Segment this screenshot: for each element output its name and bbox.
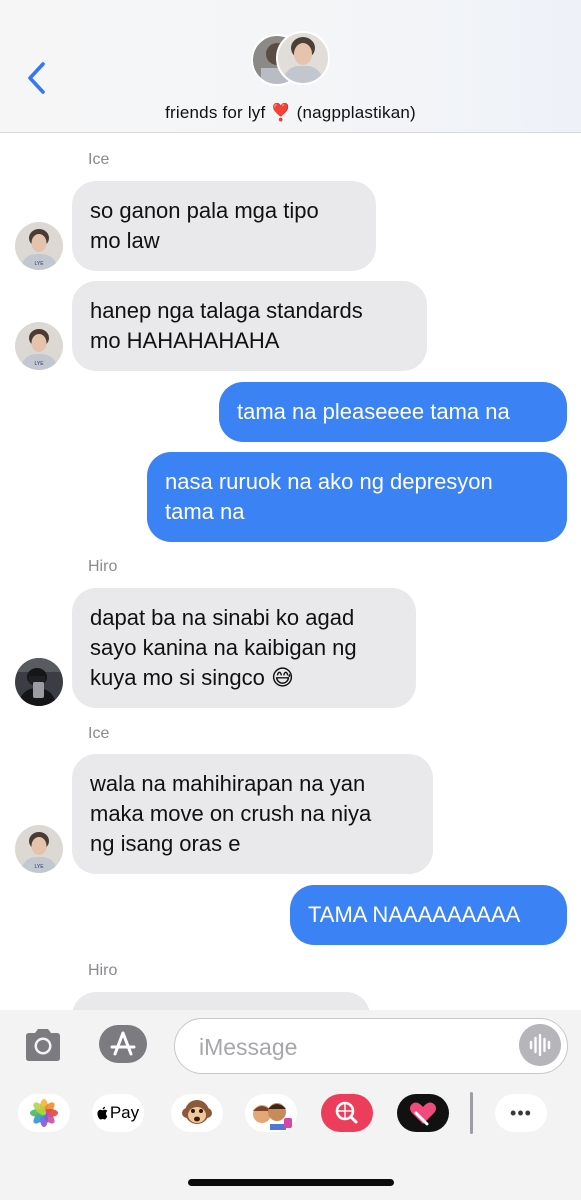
apple-pay-icon[interactable]: Pay bbox=[92, 1094, 144, 1132]
sender-name: Hiro bbox=[88, 962, 118, 979]
image-search-icon[interactable] bbox=[321, 1094, 373, 1132]
sender-name: Ice bbox=[88, 151, 110, 168]
message-bubble-outgoing[interactable]: nasa ruruok na ako ng depresyon tama na bbox=[147, 452, 567, 542]
app-drawer: Pay ••• bbox=[0, 1082, 581, 1200]
svg-text:LYE: LYE bbox=[34, 361, 44, 367]
photos-icon[interactable] bbox=[18, 1094, 70, 1132]
memoji-icon[interactable] bbox=[245, 1094, 297, 1132]
ice-avatar[interactable]: LYE bbox=[15, 322, 63, 370]
home-indicator[interactable] bbox=[188, 1179, 394, 1186]
compose-bar bbox=[0, 1010, 581, 1082]
svg-text:LYE: LYE bbox=[34, 864, 44, 870]
imessage-input[interactable] bbox=[199, 1031, 499, 1063]
imessage-field-wrapper bbox=[174, 1018, 568, 1074]
audio-message-icon[interactable] bbox=[519, 1024, 561, 1066]
message-bubble-incoming[interactable] bbox=[72, 992, 370, 1010]
more-icon[interactable]: ••• bbox=[495, 1094, 547, 1132]
message-thread[interactable]: Ice LYE so ganon pala mga tipo mo law LY… bbox=[0, 134, 581, 1010]
chevron-left-icon[interactable] bbox=[24, 60, 50, 96]
camera-icon[interactable] bbox=[22, 1026, 64, 1064]
digital-touch-icon[interactable] bbox=[397, 1094, 449, 1132]
conversation-title[interactable]: friends for lyf ❣️ (nagpplastikan) bbox=[0, 103, 581, 123]
ice-avatar[interactable]: LYE bbox=[15, 825, 63, 873]
svg-text:LYE: LYE bbox=[34, 261, 44, 267]
hiro-avatar[interactable] bbox=[15, 658, 63, 706]
group-avatar[interactable] bbox=[251, 28, 331, 92]
app-store-icon[interactable] bbox=[98, 1024, 148, 1064]
message-bubble-incoming[interactable]: so ganon pala mga tipo mo law bbox=[72, 181, 376, 271]
apple-pay-label: Pay bbox=[109, 1103, 140, 1122]
message-bubble-outgoing[interactable]: tama na pleaseeee tama na bbox=[219, 382, 567, 442]
message-bubble-incoming[interactable]: dapat ba na sinabi ko agad sayo kanina n… bbox=[72, 588, 416, 708]
sender-name: Ice bbox=[88, 725, 110, 742]
drawer-divider bbox=[470, 1092, 473, 1134]
ice-avatar[interactable]: LYE bbox=[15, 222, 63, 270]
message-bubble-incoming[interactable]: wala na mahihirapan na yan maka move on … bbox=[72, 754, 433, 874]
message-bubble-incoming[interactable]: hanep nga talaga standards mo HAHAHAHAHA bbox=[72, 281, 427, 371]
sender-name: Hiro bbox=[88, 558, 118, 575]
conversation-header: friends for lyf ❣️ (nagpplastikan) bbox=[0, 0, 581, 133]
message-bubble-outgoing[interactable]: TAMA NAAAAAAAAA bbox=[290, 885, 567, 945]
animoji-icon[interactable] bbox=[171, 1094, 223, 1132]
